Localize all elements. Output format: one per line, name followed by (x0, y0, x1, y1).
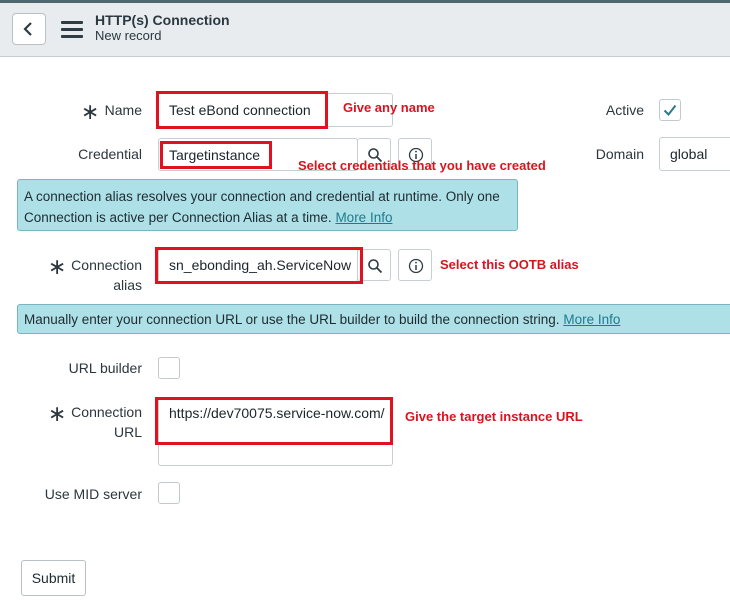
url-label-line1: Connection (71, 404, 142, 420)
back-button[interactable] (12, 13, 46, 45)
alias-info-text: A connection alias resolves your connect… (24, 189, 500, 225)
search-icon (368, 259, 383, 274)
url-info-text: Manually enter your connection URL or us… (24, 312, 560, 327)
url-label-line2: URL (113, 424, 142, 440)
active-label: Active (605, 102, 644, 118)
url-builder-label: URL builder (68, 360, 142, 376)
name-label: Name (104, 102, 142, 118)
url-more-info-link[interactable]: More Info (563, 312, 620, 327)
highlight-name (156, 91, 328, 129)
chevron-left-icon (23, 22, 32, 36)
highlight-credential (160, 141, 272, 169)
page-subtitle: New record (95, 28, 162, 43)
credential-label: Credential (78, 146, 142, 162)
domain-field[interactable]: global (659, 137, 730, 171)
alias-label-line2: alias (113, 277, 142, 293)
domain-label: Domain (595, 146, 644, 162)
alias-info-button[interactable] (398, 249, 432, 281)
highlight-alias (155, 247, 363, 284)
form-header: HTTP(s) Connection New record (0, 3, 730, 57)
annotation-alias: Select this OOTB alias (440, 257, 579, 272)
mid-server-label: Use MID server (44, 486, 142, 502)
highlight-url (155, 397, 393, 445)
alias-label-line1: Connection (71, 257, 142, 273)
required-mark: ∗ (81, 99, 100, 124)
alias-more-info-link[interactable]: More Info (335, 210, 392, 225)
alias-info-message: A connection alias resolves your connect… (17, 179, 518, 231)
page-title: HTTP(s) Connection (95, 12, 230, 28)
hamburger-menu-icon[interactable] (61, 21, 83, 39)
url-info-message: Manually enter your connection URL or us… (17, 304, 730, 334)
annotation-url: Give the target instance URL (405, 409, 583, 424)
info-icon (408, 258, 424, 274)
submit-button[interactable]: Submit (21, 560, 86, 596)
annotation-credential: Select credentials that you have created (298, 158, 546, 173)
url-builder-checkbox[interactable] (158, 357, 180, 379)
mid-server-checkbox[interactable] (158, 482, 180, 504)
checkmark-icon (663, 104, 677, 117)
active-checkbox[interactable] (659, 99, 681, 121)
annotation-name: Give any name (343, 100, 435, 115)
